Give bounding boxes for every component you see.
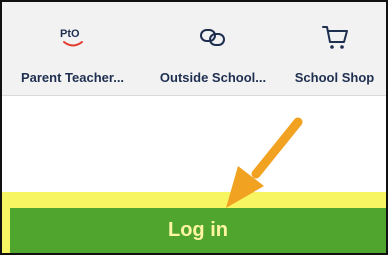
nav-item-parent-teacher[interactable]: PtO Parent Teacher... [2, 2, 143, 95]
nav-item-label: School Shop [294, 70, 375, 85]
link-icon [200, 29, 225, 46]
login-button[interactable]: Log in [10, 208, 386, 253]
nav-item-label: Outside School... [159, 70, 267, 85]
pto-logo-icon: PtO [60, 28, 83, 47]
top-nav-bar: PtO Parent Teacher... Outside School... … [2, 2, 386, 96]
nav-item-outside-school[interactable]: Outside School... [143, 2, 283, 95]
shopping-cart-icon [321, 26, 348, 49]
nav-item-school-shop[interactable]: School Shop [283, 2, 386, 95]
app-frame: PtO Parent Teacher... Outside School... … [0, 0, 388, 255]
nav-item-label: Parent Teacher... [20, 70, 125, 85]
pto-logo-text: PtO [60, 28, 80, 40]
